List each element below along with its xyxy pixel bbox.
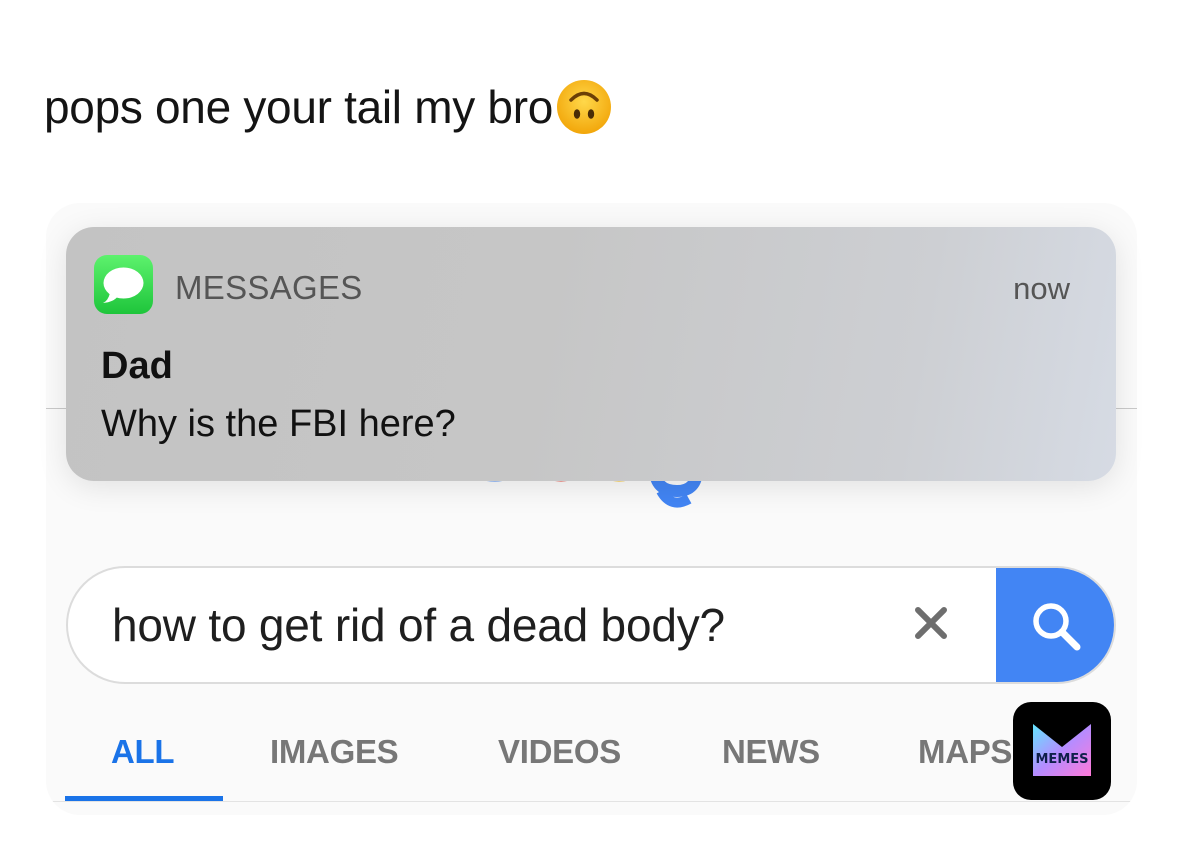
search-tabs: ALL IMAGES VIDEOS NEWS MAPS	[46, 713, 1137, 803]
search-button[interactable]	[996, 568, 1114, 682]
tabs-divider	[46, 801, 1137, 802]
search-bar[interactable]: how to get rid of a dead body?	[66, 566, 1116, 684]
search-input[interactable]: how to get rid of a dead body?	[112, 598, 725, 652]
close-icon[interactable]	[906, 598, 956, 648]
tab-images[interactable]: IMAGES	[270, 733, 399, 771]
notification-app-name: MESSAGES	[175, 269, 363, 306]
caption-text: pops one your tail my bro	[44, 81, 553, 133]
notification-sender: Dad	[101, 345, 173, 387]
messages-app-icon	[94, 255, 153, 314]
message-notification[interactable]: MESSAGES now Dad Why is the FBI here?	[66, 227, 1116, 481]
search-icon	[1033, 603, 1081, 651]
memes-logo-icon	[1033, 724, 1091, 776]
memes-watermark: MEMES	[1013, 702, 1111, 800]
tab-maps[interactable]: MAPS	[918, 733, 1012, 771]
tab-news[interactable]: NEWS	[722, 733, 820, 771]
notification-time: now	[1013, 271, 1070, 306]
tab-all[interactable]: ALL	[111, 733, 175, 771]
caption: pops one your tail my bro	[44, 78, 613, 136]
notification-message: Why is the FBI here?	[101, 403, 456, 445]
upside-down-face-icon	[557, 80, 611, 134]
tab-videos[interactable]: VIDEOS	[498, 733, 621, 771]
speech-bubble-icon	[103, 267, 144, 303]
watermark-label: MEMES	[1035, 752, 1089, 767]
